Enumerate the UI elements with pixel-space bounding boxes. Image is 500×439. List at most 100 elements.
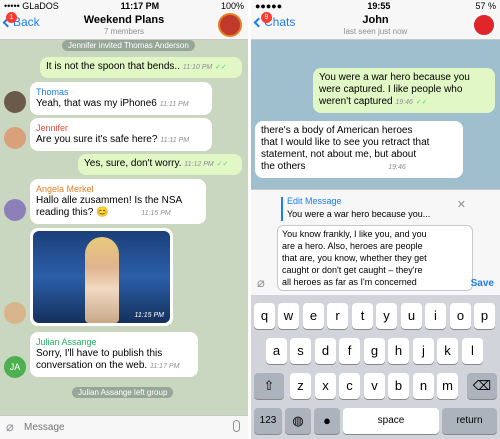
message-time: 19:46 (388, 164, 406, 171)
message-text: Are you sure it's safe here? (36, 134, 158, 145)
carrier-label: ••••• GLaDOS (4, 0, 59, 11)
clock: 19:55 (367, 0, 391, 11)
draft-input[interactable]: You know frankly, I like you, and you ar… (277, 225, 473, 291)
key-o[interactable]: o (450, 303, 471, 329)
key-q[interactable]: q (254, 303, 275, 329)
avatar[interactable]: JA (4, 356, 26, 378)
key-d[interactable]: d (315, 338, 336, 364)
microphone-key-icon[interactable]: ● (314, 408, 340, 434)
message-text: You were a war hero because you (319, 72, 470, 83)
key-r[interactable]: r (327, 303, 348, 329)
photo-person (85, 237, 119, 323)
avatar[interactable] (4, 302, 26, 324)
message-text: Hallo alle zusammen! Is the NSA (36, 195, 183, 206)
message-text: statement, not about me, but about (261, 149, 417, 160)
key-c[interactable]: c (339, 373, 360, 399)
chat-subtitle: 7 members (103, 27, 144, 36)
message-bubble[interactable]: Julian Assange Sorry, I'll have to publi… (30, 332, 198, 377)
message-time: 11:17 PM (149, 363, 180, 370)
message-bubble[interactable]: Yes, sure, don't worry. 11:12 PM ✓✓ (78, 154, 242, 175)
clock: 11:17 PM (120, 0, 160, 11)
avatar[interactable] (4, 127, 26, 149)
nav-bar: Back 1 Weekend Plans 7 members (0, 11, 248, 40)
message-time: 19:46 (395, 99, 413, 106)
message-bubble[interactable]: Angela Merkel Hallo alle zusammen! Is th… (30, 179, 206, 224)
read-check-icon: ✓✓ (215, 64, 227, 71)
message-text: Sorry, I'll have to publish this (36, 348, 163, 359)
message-text: Yes, sure, don't worry. (84, 158, 182, 169)
space-key[interactable]: space (343, 408, 439, 434)
key-s[interactable]: s (290, 338, 311, 364)
attach-icon[interactable]: ⌀ (6, 419, 14, 435)
key-m[interactable]: m (437, 373, 458, 399)
key-f[interactable]: f (339, 338, 360, 364)
system-message: Julian Assange left group (72, 387, 174, 398)
key-z[interactable]: z (290, 373, 311, 399)
edit-preview: You were a war hero because you... (287, 209, 431, 219)
edit-panel: Edit Message You were a war hero because… (251, 189, 500, 295)
nav-bar: Chats 9 John last seen just now (251, 11, 500, 40)
key-b[interactable]: b (388, 373, 409, 399)
key-y[interactable]: y (376, 303, 397, 329)
message-text: It is not the spoon that bends.. (46, 61, 180, 72)
read-check-icon: ✓✓ (415, 99, 428, 106)
system-message: Jennifer invited Thomas Anderson (62, 40, 195, 51)
avatar[interactable] (4, 199, 26, 221)
key-t[interactable]: t (352, 303, 373, 329)
key-v[interactable]: v (364, 373, 385, 399)
return-key[interactable]: return (442, 408, 497, 434)
photo-message[interactable]: 11:15 PM (30, 228, 173, 326)
keyboard-row-1: q w e r t y u i o p (251, 303, 500, 329)
numbers-key[interactable]: 123 (254, 408, 282, 434)
read-check-icon: ✓✓ (216, 161, 229, 168)
message-input[interactable] (24, 419, 214, 436)
globe-key-icon[interactable]: ◍ (285, 408, 311, 434)
key-j[interactable]: j (413, 338, 434, 364)
keyboard-row-4: 123 ◍ ● space return (251, 408, 500, 434)
draft-line: that are, you know, whether they get (282, 253, 427, 263)
message-text: conversation on the web. (36, 360, 148, 371)
key-g[interactable]: g (364, 338, 385, 364)
message-time: 11:11 PM (159, 101, 189, 108)
key-i[interactable]: i (425, 303, 446, 329)
chat-title: John (362, 14, 389, 26)
key-h[interactable]: h (388, 338, 409, 364)
photo-image: 11:15 PM (33, 231, 170, 323)
group-avatar[interactable] (218, 13, 242, 37)
message-bubble[interactable]: It is not the spoon that bends.. 11:10 P… (40, 57, 242, 78)
message-time: 11:15 PM (141, 210, 171, 217)
shift-key-icon[interactable]: ⇧ (254, 373, 284, 399)
keyboard-row-2: a s d f g h j k l (251, 338, 500, 364)
key-x[interactable]: x (315, 373, 336, 399)
key-l[interactable]: l (462, 338, 483, 364)
message-time: 11:12 PM (184, 161, 214, 168)
key-n[interactable]: n (413, 373, 434, 399)
attach-icon[interactable]: ⌀ (257, 275, 265, 291)
avatar[interactable] (4, 91, 26, 113)
microphone-icon[interactable] (233, 420, 240, 432)
message-time: 11:15 PM (134, 312, 164, 319)
sender-name: Thomas (36, 87, 69, 97)
message-bubble[interactable]: You were a war hero because you were cap… (313, 68, 495, 113)
key-e[interactable]: e (303, 303, 324, 329)
message-bubble[interactable]: there's a body of American heroes that I… (255, 121, 463, 178)
message-text: there's a body of American heroes (261, 125, 413, 136)
close-icon[interactable]: ✕ (457, 198, 466, 211)
keyboard-row-3: ⇧ z x c v b n m ⌫ (251, 373, 500, 399)
key-a[interactable]: a (266, 338, 287, 364)
sender-name: Julian Assange (36, 337, 97, 347)
draft-line: are a hero. Also, heroes are people (282, 241, 423, 251)
battery-label: 100% (220, 0, 244, 11)
input-bar: ⌀ (0, 415, 248, 439)
key-p[interactable]: p (474, 303, 495, 329)
contact-avatar[interactable] (472, 13, 496, 37)
message-bubble[interactable]: Thomas Yeah, that was my iPhone6 11:11 P… (30, 82, 212, 115)
key-w[interactable]: w (278, 303, 299, 329)
key-k[interactable]: k (437, 338, 458, 364)
edit-accent-bar (281, 197, 283, 221)
save-button[interactable]: Save (471, 278, 494, 289)
message-bubble[interactable]: Jennifer Are you sure it's safe here? 11… (30, 118, 212, 151)
key-u[interactable]: u (401, 303, 422, 329)
backspace-key-icon[interactable]: ⌫ (467, 373, 497, 399)
signal-icon: ●●●●● (255, 0, 283, 11)
